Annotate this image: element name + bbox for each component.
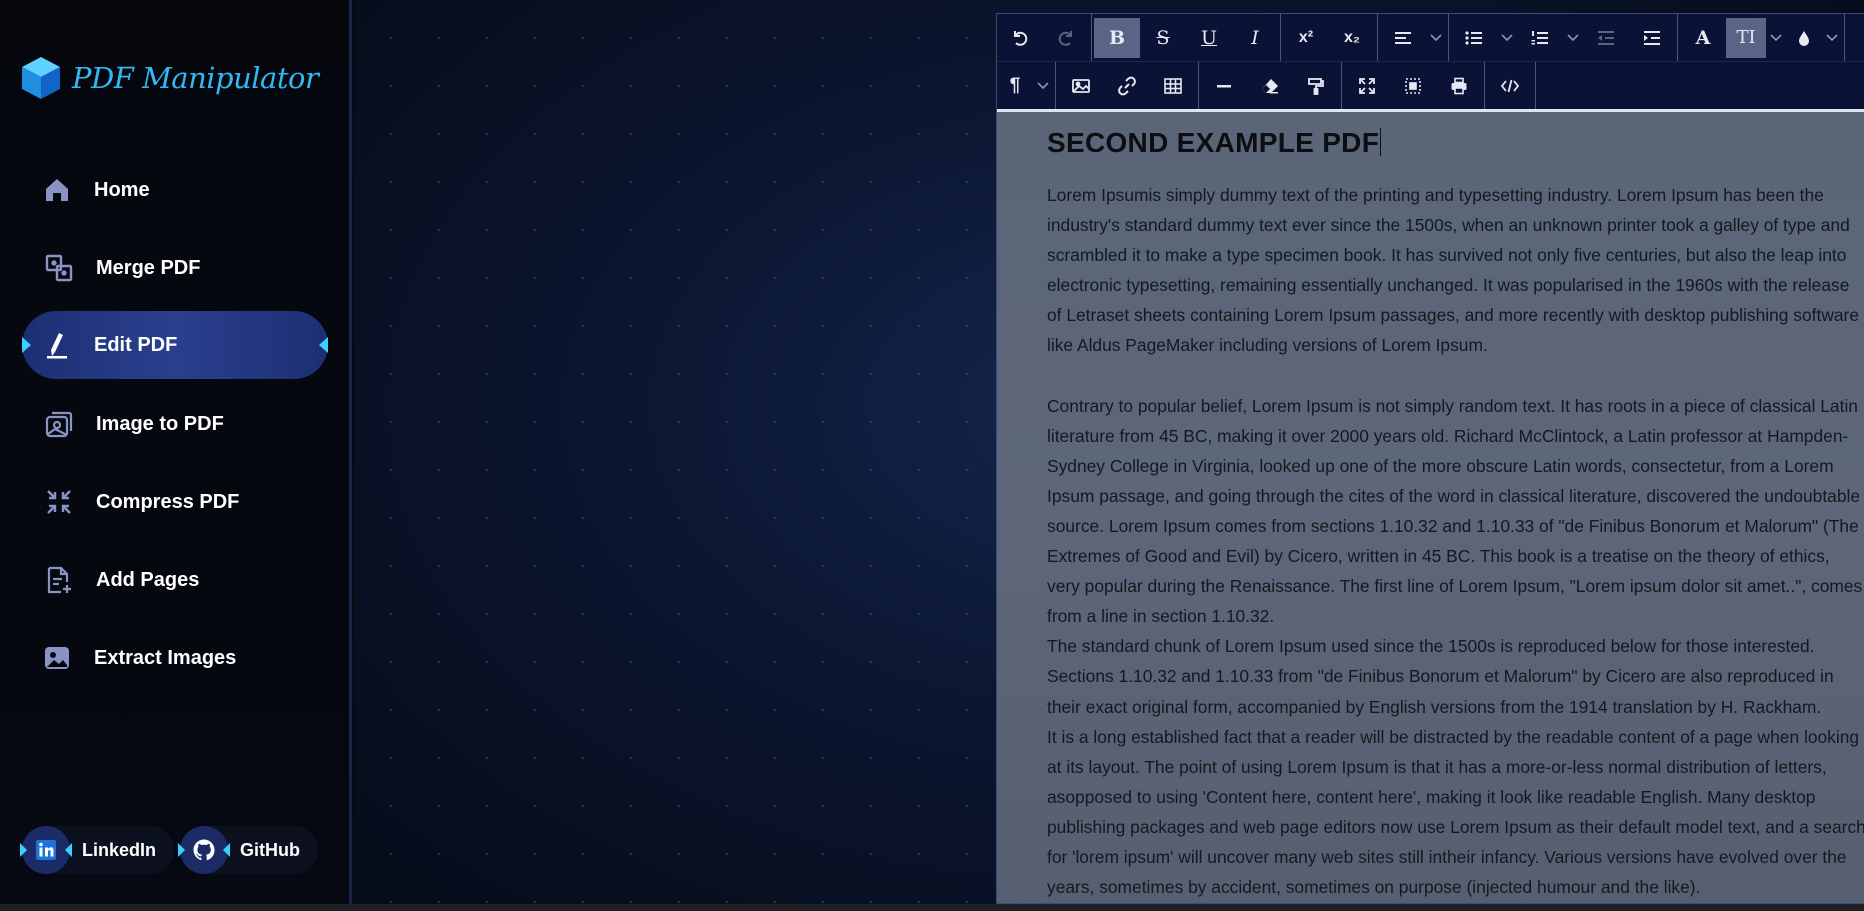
editor-toolbar: B S U I x² x₂ A TI ¶ (997, 14, 1864, 112)
toolbar-divider (1377, 14, 1378, 61)
underline-icon[interactable]: U (1186, 18, 1232, 58)
brand-title: PDF Manipulator (72, 61, 319, 95)
window-bottom-bar (0, 904, 1864, 911)
toolbar-divider (1448, 14, 1449, 61)
sidebar: PDF Manipulator Home Merge PDF Edit PDF … (0, 0, 352, 904)
cube-logo-icon (22, 57, 60, 99)
sidebar-item-image-to-pdf[interactable]: Image to PDF (22, 390, 328, 458)
font-size-icon[interactable]: TI (1726, 17, 1766, 58)
italic-icon[interactable]: I (1232, 18, 1278, 58)
color-chevron-icon[interactable] (1822, 18, 1842, 58)
add-document-icon (44, 565, 74, 595)
toolbar-divider (1844, 14, 1845, 61)
toolbar-divider (1055, 62, 1056, 109)
toolbar-divider (1091, 14, 1092, 61)
table-icon[interactable] (1150, 66, 1196, 106)
insert-image-icon[interactable] (1058, 66, 1104, 106)
indent-icon[interactable] (1629, 18, 1675, 58)
toolbar-divider (1198, 62, 1199, 109)
github-link[interactable]: GitHub (178, 826, 318, 874)
toolbar-divider (1535, 62, 1536, 109)
bullet-list-chevron-icon[interactable] (1497, 18, 1517, 58)
document-paragraph[interactable]: The standard chunk of Lorem Ipsum used s… (1047, 631, 1864, 721)
toolbar-divider (1341, 62, 1342, 109)
horizontal-rule-icon[interactable] (1201, 66, 1247, 106)
toolbar-row-2: ¶ (997, 62, 1864, 112)
sidebar-item-label: Compress PDF (96, 490, 240, 513)
ink-drop-icon[interactable] (1786, 18, 1822, 58)
toolbar-divider (1280, 14, 1281, 61)
sidebar-item-label: Extract Images (94, 646, 237, 669)
sidebar-item-add-pages[interactable]: Add Pages (22, 546, 328, 614)
sidebar-item-label: Image to PDF (96, 412, 224, 435)
subscript-icon[interactable]: x₂ (1329, 18, 1375, 58)
sidebar-item-extract-images[interactable]: Extract Images (22, 624, 328, 692)
eraser-icon[interactable] (1247, 66, 1293, 106)
home-icon (42, 175, 72, 205)
undo-icon[interactable] (997, 18, 1043, 58)
fullscreen-icon[interactable] (1344, 66, 1390, 106)
document-paragraph[interactable]: Contrary to popular belief, Lorem Ipsum … (1047, 391, 1864, 632)
numbered-list-icon[interactable] (1517, 18, 1563, 58)
toolbar-divider (1677, 14, 1678, 61)
linkedin-label: LinkedIn (82, 839, 157, 860)
compress-icon (44, 487, 74, 517)
font-color-icon[interactable]: A (1680, 18, 1726, 58)
align-icon[interactable] (1380, 18, 1426, 58)
paragraph-icon[interactable]: ¶ (997, 66, 1033, 106)
sidebar-item-edit-pdf[interactable]: Edit PDF (22, 311, 328, 379)
bulleted-list-icon[interactable] (1451, 18, 1497, 58)
print-icon[interactable] (1436, 66, 1482, 106)
toolbar-divider (1484, 62, 1485, 109)
format-painter-icon[interactable] (1293, 66, 1339, 106)
document-content[interactable]: SECOND EXAMPLE PDF Lorem Ipsumis simply … (997, 112, 1864, 903)
main-area: B S U I x² x₂ A TI ¶ SECOND EXAMPLE PDF … (355, 0, 1864, 904)
github-label: GitHub (240, 839, 300, 860)
images-icon (44, 409, 74, 439)
select-all-icon[interactable] (1390, 66, 1436, 106)
link-icon[interactable] (1104, 66, 1150, 106)
source-code-icon[interactable] (1487, 66, 1533, 106)
font-size-chevron-icon[interactable] (1766, 18, 1786, 58)
superscript-icon[interactable]: x² (1283, 18, 1329, 58)
redo-icon[interactable] (1043, 18, 1089, 58)
github-icon (178, 826, 230, 874)
sidebar-item-label: Home (94, 178, 150, 201)
rich-text-editor: B S U I x² x₂ A TI ¶ SECOND EXAMPLE PDF … (996, 13, 1864, 904)
sidebar-item-compress-pdf[interactable]: Compress PDF (22, 468, 328, 536)
pen-icon (42, 330, 72, 360)
paragraph-chevron-icon[interactable] (1033, 66, 1053, 106)
sidebar-item-label: Add Pages (96, 568, 200, 591)
document-paragraph[interactable]: Lorem Ipsumis simply dummy text of the p… (1047, 180, 1864, 361)
outdent-icon[interactable] (1583, 18, 1629, 58)
document-title[interactable]: SECOND EXAMPLE PDF (1047, 126, 1864, 160)
image-icon (42, 643, 72, 673)
sidebar-item-home[interactable]: Home (22, 156, 328, 224)
align-dropdown-chevron-icon[interactable] (1426, 18, 1446, 58)
merge-icon (44, 253, 74, 283)
brand[interactable]: PDF Manipulator (20, 55, 319, 101)
linkedin-link[interactable]: LinkedIn (20, 826, 175, 874)
sidebar-item-label: Edit PDF (94, 333, 178, 356)
numbered-list-chevron-icon[interactable] (1563, 18, 1583, 58)
strikethrough-icon[interactable]: S (1140, 18, 1186, 58)
bold-icon[interactable]: B (1094, 17, 1140, 58)
document-paragraph[interactable]: It is a long established fact that a rea… (1047, 722, 1864, 903)
sidebar-item-merge-pdf[interactable]: Merge PDF (22, 234, 328, 302)
text-cursor (1380, 128, 1382, 156)
toolbar-row-1: B S U I x² x₂ A TI (997, 14, 1864, 62)
sidebar-item-label: Merge PDF (96, 256, 201, 279)
linkedin-icon (20, 826, 72, 874)
